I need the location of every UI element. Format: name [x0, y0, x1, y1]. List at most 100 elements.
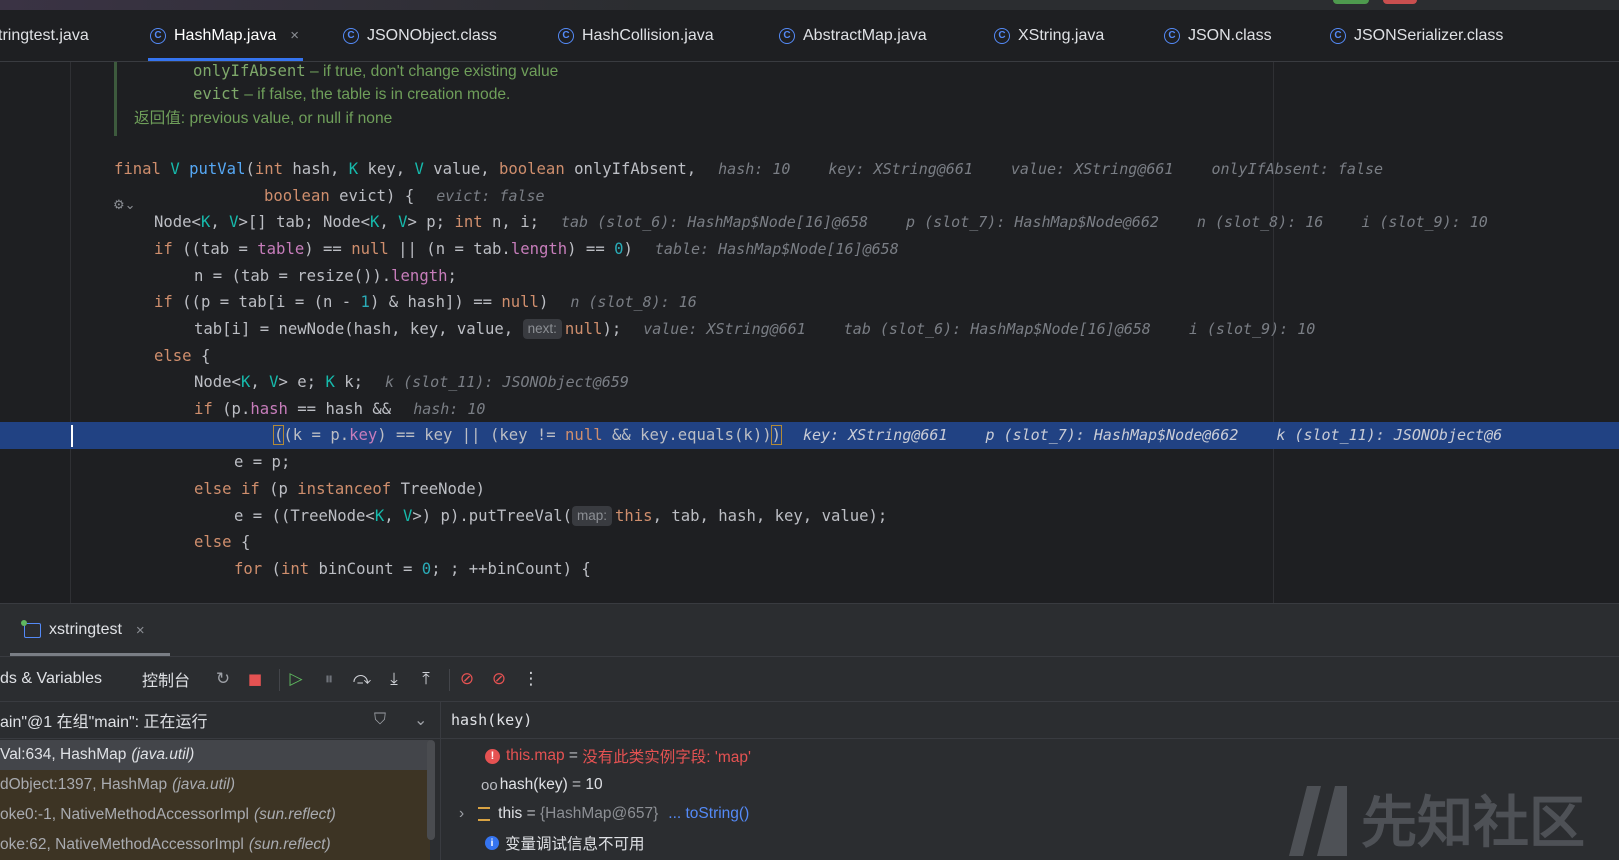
class-icon: C	[343, 27, 359, 44]
tab-console[interactable]: 控制台	[142, 657, 190, 701]
evaluate-expression-field[interactable]: hash(key)	[441, 702, 1619, 739]
code-line: if (p.hash == hash && hash: 10	[194, 400, 486, 418]
class-icon: C	[558, 27, 574, 44]
variable-row-this[interactable]: › this = {HashMap@657} ... toString()	[459, 800, 749, 828]
inline-debug-value: key: XString@661	[828, 160, 973, 178]
tab-abstractmap[interactable]: C AbstractMap.java	[779, 10, 927, 61]
inline-debug-value: key: XString@661	[803, 426, 948, 444]
code-line: e = p;	[234, 453, 291, 471]
variable-eq: =	[567, 776, 586, 793]
variable-row-error[interactable]: ! this.map = 没有此类实例字段: 'map'	[485, 742, 751, 770]
gear-icon[interactable]: ⚙⌄	[113, 198, 136, 213]
inline-debug-value: tab (slot_6): HashMap$Node[16]@658	[560, 213, 869, 231]
close-icon[interactable]: ×	[290, 27, 299, 44]
variable-eq: =	[564, 747, 583, 764]
editor-tab-bar: tringtest.java C HashMap.java × C JSONOb…	[0, 10, 1619, 62]
tab-json[interactable]: C JSON.class	[1164, 10, 1272, 61]
variable-row-info: i 变量调试信息不可用	[485, 829, 645, 857]
inline-debug-value: k (slot_11): JSONObject@6	[1276, 426, 1503, 444]
chevron-right-icon[interactable]: ›	[459, 805, 464, 823]
tab-label: HashCollision.java	[582, 26, 714, 44]
mute-breakpoints-icon[interactable]: ⊘	[487, 667, 511, 691]
variable-value: 10	[585, 776, 603, 793]
code-line: e = ((TreeNode<K, V>) p).putTreeVal(map:…	[234, 506, 888, 526]
resume-icon[interactable]: ▷	[284, 667, 308, 691]
parameter-hint: next:	[522, 319, 562, 339]
inline-debug-value: tab (slot_6): HashMap$Node[16]@658	[843, 320, 1151, 338]
variable-name: hash(key)	[499, 776, 568, 793]
tab-xstring[interactable]: C XString.java	[994, 10, 1104, 61]
window-control-green[interactable]	[1333, 0, 1369, 4]
stack-frames-list: Val:634, HashMap (java.util) dObject:1397…	[0, 740, 440, 860]
watermark-logo: 先知社区	[1289, 786, 1585, 856]
info-icon: i	[485, 836, 499, 850]
rerun-icon[interactable]: ↻	[211, 667, 235, 691]
inline-debug-value: table: HashMap$Node[16]@658	[654, 240, 899, 258]
object-icon	[478, 807, 491, 821]
close-icon[interactable]: ×	[136, 622, 145, 639]
tab-hashmap[interactable]: C HashMap.java ×	[147, 10, 304, 61]
code-line: if ((p = tab[i = (n - 1) & hash]) == nul…	[154, 293, 697, 311]
inline-debug-value: evict: false	[436, 187, 545, 205]
code-line: for (int binCount = 0; ; ++binCount) {	[234, 560, 591, 578]
tab-label: XString.java	[1018, 26, 1105, 44]
code-line: final V putVal(int hash, K key, V value,…	[114, 160, 1384, 178]
frames-scrollbar[interactable]	[427, 740, 435, 840]
class-icon: C	[994, 27, 1010, 44]
tab-jsonserializer[interactable]: C JSONSerializer.class	[1330, 10, 1503, 61]
toolbar-separator	[279, 669, 280, 691]
tab-label: JSONObject.class	[367, 26, 497, 44]
inline-debug-value: k (slot_11): JSONObject@659	[385, 373, 629, 391]
tab-label: tringtest.java	[0, 26, 89, 44]
variable-name: this.map	[506, 747, 565, 764]
code-line: else if (p instanceof TreeNode)	[194, 480, 486, 498]
inline-debug-value: onlyIfAbsent: false	[1211, 160, 1384, 178]
step-into-icon[interactable]: ⤓	[382, 667, 406, 691]
class-icon: C	[1164, 27, 1180, 44]
step-over-icon[interactable]: ⤼	[350, 667, 374, 691]
code-line: if ((tab = table) == null || (n = tab.le…	[154, 240, 899, 258]
run-tab-xstringtest[interactable]: xstringtest ×	[10, 604, 170, 656]
stack-frame[interactable]: dObject:1397, HashMap (java.util)	[0, 770, 430, 800]
inline-debug-value: n (slot_8): 16	[570, 293, 697, 311]
step-out-icon[interactable]: ⤒	[414, 667, 438, 691]
parameter-hint: map:	[572, 506, 613, 526]
code-line: tab[i] = newNode(hash, key, value, next:…	[194, 319, 1316, 339]
variable-name: this	[498, 805, 523, 822]
inline-debug-value: hash: 10	[718, 160, 791, 178]
tab-hashcollision[interactable]: C HashCollision.java	[558, 10, 714, 61]
code-line: Node<K, V> e; K k; k (slot_11): JSONObjec…	[194, 373, 629, 391]
code-line: n = (tab = resize()).length;	[194, 267, 457, 285]
class-icon: C	[779, 27, 795, 44]
view-breakpoints-icon[interactable]: ⊘	[455, 667, 479, 691]
thread-selector[interactable]: ain"@1 在组"main": 正在运行 ⛉ ⌄	[0, 702, 440, 739]
filter-icon[interactable]: ⛉	[374, 711, 386, 729]
inline-debug-value: hash: 10	[413, 400, 486, 418]
tab-threads-variables[interactable]: ds & Variables	[0, 657, 102, 701]
tab-xstringtest[interactable]: tringtest.java	[0, 10, 89, 61]
stack-frame[interactable]: oke0:-1, NativeMethodAccessorImpl (sun.re…	[0, 800, 430, 830]
doc-comment-bar	[114, 62, 117, 136]
variable-row-watch[interactable]: oo hash(key) = 10	[481, 771, 603, 799]
variable-value: {HashMap@657}	[539, 805, 659, 822]
tab-jsonobject[interactable]: C JSONObject.class	[343, 10, 497, 61]
window-control-red[interactable]	[1383, 0, 1417, 4]
run-config-icon	[21, 619, 41, 638]
doc-return-line: 返回值: previous value, or null if none	[134, 110, 393, 127]
toolbar-separator	[449, 669, 450, 691]
stop-icon[interactable]: ■	[243, 667, 267, 691]
more-icon[interactable]: ⋮	[519, 667, 543, 691]
code-line-content: ((k = p.key) == key || (key != null && k…	[272, 425, 1503, 445]
chevron-down-icon[interactable]: ⌄	[414, 710, 427, 730]
inline-debug-value: n (slot_8): 16	[1196, 213, 1324, 231]
indent-guide	[70, 62, 71, 603]
pause-icon[interactable]: ⏸	[317, 667, 341, 691]
code-editor[interactable]: onlyIfAbsent – if true, don't change exi…	[0, 62, 1619, 603]
stack-frame[interactable]: Val:634, HashMap (java.util)	[0, 740, 430, 770]
window-top-strip	[0, 0, 1619, 10]
stack-frame[interactable]: oke:62, NativeMethodAccessorImpl (sun.ref…	[0, 830, 430, 860]
evaluate-expression-text: hash(key)	[451, 711, 533, 729]
tostring-link[interactable]: ... toString()	[668, 805, 749, 823]
class-icon: C	[150, 27, 166, 44]
inline-debug-value: value: XString@661	[643, 320, 806, 338]
